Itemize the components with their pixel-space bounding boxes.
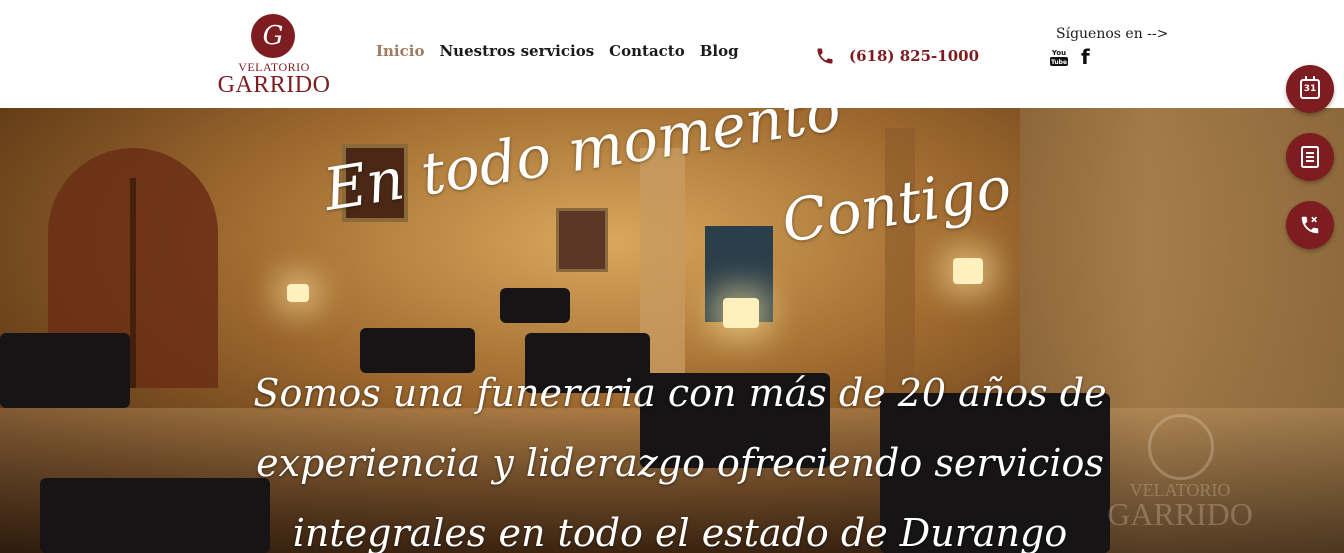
- phone-number: (618) 825-1000: [849, 47, 980, 65]
- hero-bg-sofa: [500, 288, 570, 323]
- tagline-line: experiencia y liderazgo ofreciendo servi…: [256, 441, 1104, 485]
- nav-blog[interactable]: Blog: [700, 42, 739, 64]
- nav-inicio[interactable]: Inicio: [376, 42, 424, 64]
- svg-text:You: You: [1051, 49, 1066, 57]
- hero-headline-line1: En todo momento: [319, 108, 846, 224]
- hero-bg-sofa: [0, 333, 130, 408]
- phone-icon: [817, 48, 833, 64]
- logo[interactable]: G VELATORIO GARRIDO: [214, 12, 334, 100]
- call-button[interactable]: [1286, 201, 1334, 249]
- youtube-icon[interactable]: You Tube: [1049, 47, 1069, 67]
- phone-call-icon: [1301, 216, 1319, 234]
- hero-tagline: Somos una funeraria con más de 20 años d…: [160, 358, 1200, 553]
- calendar-button[interactable]: 31: [1286, 65, 1334, 113]
- facebook-icon[interactable]: f: [1081, 46, 1090, 68]
- calendar-icon: 31: [1300, 76, 1320, 99]
- document-button[interactable]: [1286, 133, 1334, 181]
- hero-bg-lamp: [723, 298, 759, 328]
- svg-text:Tube: Tube: [1051, 59, 1067, 66]
- logo-mark-letter: G: [262, 21, 284, 51]
- hero-banner: VELATORIO GARRIDO En todo momento Contig…: [0, 108, 1344, 553]
- logo-mark: G: [251, 14, 295, 58]
- header-phone[interactable]: (618) 825-1000: [815, 44, 979, 68]
- hero-bg-painting-small: [556, 208, 608, 272]
- site-header: G VELATORIO GARRIDO Inicio Nuestros serv…: [0, 0, 1344, 108]
- tagline-line: Somos una funeraria con más de 20 años d…: [253, 371, 1107, 415]
- nav-contacto[interactable]: Contacto: [609, 42, 685, 64]
- tagline-line: integrales en todo el estado de Durango: [292, 511, 1068, 553]
- document-icon: [1301, 146, 1319, 168]
- hero-bg-lamp: [287, 284, 309, 302]
- calendar-day: 31: [1303, 84, 1317, 94]
- main-nav: Inicio Nuestros servicios Contacto Blog: [376, 42, 739, 64]
- nav-nuestros-servicios[interactable]: Nuestros servicios: [439, 42, 594, 64]
- logo-text-big: GARRIDO: [217, 72, 331, 98]
- hero-bg-lamp: [953, 258, 983, 284]
- social-label: Síguenos en -->: [1056, 26, 1169, 42]
